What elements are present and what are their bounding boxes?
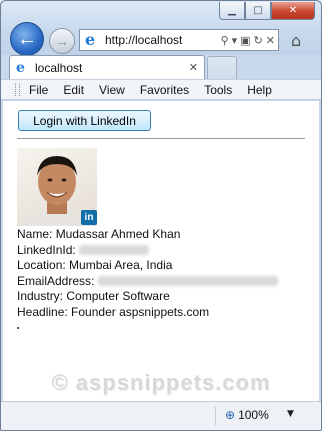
linkedin-icon: in xyxy=(81,210,97,225)
menu-help[interactable]: Help xyxy=(247,83,272,97)
linkedinid-label: LinkedInId: xyxy=(17,242,76,257)
headline-row: Headline: Founder aspsnippets.com xyxy=(17,305,278,321)
home-icon[interactable]: ⌂ xyxy=(291,31,301,50)
status-separator xyxy=(215,407,216,425)
menu-bar: File Edit View Favorites Tools Help xyxy=(1,79,321,100)
zoom-level: 100% xyxy=(238,408,269,422)
zoom-control[interactable]: ⊕ 100% xyxy=(225,408,269,422)
email-redacted xyxy=(97,276,278,287)
dropdown-icon[interactable]: ▾ xyxy=(232,34,238,47)
divider xyxy=(17,138,305,139)
status-bar: ⊕ 100% ▼ xyxy=(1,401,321,430)
industry-value: Computer Software xyxy=(66,289,170,303)
zoom-dropdown-icon[interactable]: ▼ xyxy=(287,409,294,419)
tab-localhost[interactable]: e localhost ✕ xyxy=(9,55,205,79)
back-arrow-icon: ← xyxy=(17,27,37,50)
profile-details: Name: Mudassar Ahmed Khan LinkedInId: Lo… xyxy=(17,227,278,320)
ie-tab-icon: e xyxy=(16,59,25,76)
address-text[interactable]: http://localhost xyxy=(105,33,221,47)
window-controls: ▁ □ ✕ xyxy=(219,2,315,20)
forward-arrow-icon: → xyxy=(55,33,69,49)
menu-edit[interactable]: Edit xyxy=(63,83,84,97)
watermark: © aspsnippets.com xyxy=(51,370,271,395)
compat-view-icon[interactable]: ▣ xyxy=(240,34,250,47)
industry-row: Industry: Computer Software xyxy=(17,289,278,305)
browser-window: ▁ □ ✕ ← → e http://localhost ⚲ ▾ ▣ ↻ ✕ ⌂… xyxy=(0,0,322,431)
name-label: Name: xyxy=(17,227,53,241)
linkedinid-row: LinkedInId: xyxy=(17,243,278,259)
industry-label: Industry: xyxy=(17,289,64,303)
login-with-linkedin-button[interactable]: Login with LinkedIn xyxy=(18,110,151,131)
search-icon[interactable]: ⚲ xyxy=(221,34,229,47)
location-label: Location: xyxy=(17,258,66,272)
title-bar: ▁ □ ✕ ← → e http://localhost ⚲ ▾ ▣ ↻ ✕ ⌂ xyxy=(1,1,321,56)
menu-tools[interactable]: Tools xyxy=(204,83,232,97)
menu-view[interactable]: View xyxy=(99,83,125,97)
tab-label: localhost xyxy=(35,60,83,75)
tab-close-icon[interactable]: ✕ xyxy=(189,61,198,74)
address-icons: ⚲ ▾ ▣ ↻ ✕ xyxy=(221,34,275,47)
location-value: Mumbai Area, India xyxy=(69,258,173,272)
zoom-icon: ⊕ xyxy=(225,408,236,422)
email-label: EmailAddress: xyxy=(17,273,95,288)
tab-row: e localhost ✕ xyxy=(1,55,321,79)
headline-value: Founder aspsnippets.com xyxy=(71,304,210,319)
linkedinid-redacted xyxy=(79,245,150,256)
email-row: EmailAddress: xyxy=(17,274,278,290)
name-value: Mudassar Ahmed Khan xyxy=(55,227,181,241)
page-content: Login with LinkedIn in Name: Mudassar Ah… xyxy=(3,101,319,401)
address-bar[interactable]: e http://localhost ⚲ ▾ ▣ ↻ ✕ xyxy=(79,29,279,51)
menu-favorites[interactable]: Favorites xyxy=(140,83,189,97)
new-tab-button[interactable] xyxy=(207,56,237,79)
menu-grip xyxy=(15,83,20,96)
maximize-button[interactable]: □ xyxy=(245,2,271,20)
ie-logo-icon: e xyxy=(85,30,96,49)
minimize-button[interactable]: ▁ xyxy=(219,2,245,20)
page-dot xyxy=(17,327,19,329)
location-row: Location: Mumbai Area, India xyxy=(17,258,278,274)
headline-label: Headline: xyxy=(17,304,68,319)
refresh-icon[interactable]: ↻ xyxy=(254,34,263,47)
stop-icon[interactable]: ✕ xyxy=(266,34,275,47)
back-button[interactable]: ← xyxy=(10,22,44,56)
forward-button[interactable]: → xyxy=(49,28,75,54)
menu-file[interactable]: File xyxy=(29,83,48,97)
name-row: Name: Mudassar Ahmed Khan xyxy=(17,227,278,243)
close-button[interactable]: ✕ xyxy=(271,2,315,20)
